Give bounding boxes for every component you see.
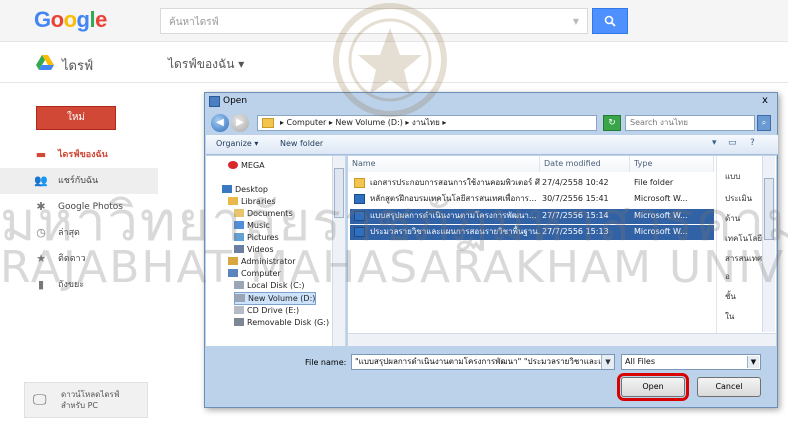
dialog-app-icon xyxy=(209,96,220,107)
file-list-horizontal-scrollbar[interactable] xyxy=(348,333,776,346)
tree-item-new-volume-d[interactable]: New Volume (D:) xyxy=(234,292,317,305)
background-page-text: แบบ ประเมิน ด้าน เทคโนโลยี สารสนเทศ อ ชั… xyxy=(716,156,762,346)
view-options-icon[interactable]: ▾ xyxy=(712,138,717,148)
drive-title: ไดรฟ์ xyxy=(62,59,94,74)
dialog-title-bar[interactable]: Open x xyxy=(205,93,777,111)
star-icon: ★ xyxy=(36,252,46,265)
tree-item-music[interactable]: Music xyxy=(234,220,270,231)
sidebar-item-my-drive[interactable]: ▬ ไดรฟ์ของฉัน xyxy=(0,142,158,168)
sidebar-item-starred[interactable]: ★ ติดดาว xyxy=(0,246,158,272)
google-header: Google ค้นหาไดรฟ์ ▼ xyxy=(0,0,788,42)
forward-button[interactable]: ▶ xyxy=(231,114,249,132)
sidebar: ใหม่ ▬ ไดรฟ์ของฉัน 👥 แชร์กับฉัน ✱ Google Ph… xyxy=(0,84,158,430)
word-document-icon xyxy=(354,211,365,221)
photos-icon: ✱ xyxy=(36,200,46,213)
tree-item-removable-g[interactable]: Removable Disk (G:) xyxy=(234,317,329,328)
folder-icon xyxy=(262,118,274,128)
organize-button[interactable]: Organize ▾ xyxy=(216,139,258,148)
sidebar-item-photos[interactable]: ✱ Google Photos xyxy=(0,194,158,220)
preview-pane-icon[interactable]: ▭ xyxy=(728,138,737,148)
chevron-down-icon[interactable]: ▼ xyxy=(601,355,614,369)
cd-icon xyxy=(234,306,244,314)
videos-icon xyxy=(234,245,244,253)
computer-icon xyxy=(228,269,238,277)
address-row: ◀ ▶ ▸ Computer ▸ New Volume (D:) ▸ งานไท… xyxy=(209,113,773,133)
drive-bar: ไดรฟ์ ไดรฟ์ของฉัน ▾ xyxy=(0,43,788,83)
tree-item-cd-drive-e[interactable]: CD Drive (E:) xyxy=(234,305,299,316)
tree-item-libraries[interactable]: Libraries xyxy=(228,196,276,207)
file-row[interactable]: แบบสรุปผลการดำเนินงานตามโครงการพัฒนา... … xyxy=(350,209,714,224)
tree-scroll-thumb[interactable] xyxy=(334,168,344,218)
file-row[interactable]: ประมวลรายวิชาและแผนการสอนรายวิชาพื้นฐาน.… xyxy=(350,225,714,240)
file-type-select[interactable]: All Files ▼ xyxy=(621,354,761,370)
chevron-down-icon: ▼ xyxy=(747,356,759,368)
new-folder-button[interactable]: New folder xyxy=(280,139,323,148)
refresh-button[interactable]: ↻ xyxy=(603,115,621,131)
file-name-label: File name: xyxy=(305,358,347,367)
usb-icon xyxy=(234,318,244,326)
documents-icon xyxy=(234,209,244,217)
open-button[interactable]: Open xyxy=(617,373,689,401)
monitor-icon: 🖵 xyxy=(33,392,47,408)
column-name[interactable]: Name xyxy=(348,156,540,172)
sidebar-item-shared[interactable]: 👥 แชร์กับฉัน xyxy=(0,168,158,194)
cancel-button[interactable]: Cancel xyxy=(697,377,761,397)
dialog-search-input[interactable]: Search งานไทย xyxy=(625,115,755,131)
drive-search-input[interactable]: ค้นหาไดรฟ์ ▼ xyxy=(160,8,588,34)
tree-scrollbar[interactable] xyxy=(332,156,345,346)
tree-item-mega[interactable]: MEGA xyxy=(228,160,265,171)
tree-item-pictures[interactable]: Pictures xyxy=(234,232,279,243)
word-document-icon xyxy=(354,194,365,204)
tree-item-local-disk-c[interactable]: Local Disk (C:) xyxy=(234,280,305,291)
folder-icon: ▬ xyxy=(35,148,47,161)
people-icon: 👥 xyxy=(34,174,48,187)
file-list-scroll-thumb[interactable] xyxy=(764,178,774,240)
address-bar[interactable]: ▸ Computer ▸ New Volume (D:) ▸ งานไทย ▸ xyxy=(257,115,597,131)
search-icon[interactable]: ⌕ xyxy=(757,115,771,131)
tree-item-desktop[interactable]: Desktop xyxy=(222,184,268,195)
google-logo[interactable]: Google xyxy=(34,7,107,33)
tree-item-videos[interactable]: Videos xyxy=(234,244,274,255)
file-list-vertical-scrollbar[interactable] xyxy=(762,156,775,332)
sidebar-item-trash[interactable]: ▮ ถังขยะ xyxy=(0,272,158,298)
pictures-icon xyxy=(234,233,244,241)
user-icon xyxy=(228,257,238,265)
column-date-modified[interactable]: Date modified xyxy=(540,156,630,172)
close-icon[interactable]: x xyxy=(757,95,773,108)
library-icon xyxy=(228,197,238,205)
mega-icon xyxy=(228,161,238,169)
tree-item-administrator[interactable]: Administrator xyxy=(228,256,296,267)
disk-icon xyxy=(235,294,245,302)
file-list: Name Date modified Type เอกสารประกอบการส… xyxy=(348,156,776,346)
clock-icon: ◷ xyxy=(36,226,46,239)
trash-icon: ▮ xyxy=(37,278,45,291)
music-icon xyxy=(234,221,244,229)
word-document-icon xyxy=(354,227,365,237)
folder-icon xyxy=(354,178,365,188)
disk-icon xyxy=(234,281,244,289)
dialog-toolbar: Organize ▾ New folder ▾ ▭ ? xyxy=(206,135,778,155)
tree-item-computer[interactable]: Computer xyxy=(228,268,281,279)
sidebar-item-recent[interactable]: ◷ ล่าสุด xyxy=(0,220,158,246)
my-drive-breadcrumb[interactable]: ไดรฟ์ของฉัน ▾ xyxy=(168,55,244,74)
tree-item-documents[interactable]: Documents xyxy=(234,208,293,219)
download-drive-for-pc[interactable]: 🖵 ดาวน์โหลดไดรฟ์ สำหรับ PC xyxy=(24,382,148,418)
help-icon[interactable]: ? xyxy=(750,138,755,148)
open-file-dialog: Open x ◀ ▶ ▸ Computer ▸ New Volume (D:) … xyxy=(204,92,778,408)
navigation-tree: MEGA Desktop Libraries Documents Music P… xyxy=(206,156,346,346)
search-button[interactable] xyxy=(592,8,628,34)
chevron-down-icon: ▾ xyxy=(238,57,245,71)
desktop-icon xyxy=(222,185,232,193)
file-row[interactable]: หลักสูตรฝึกอบรมเทคโนโลยีสารสนเทศเพื่อการ… xyxy=(350,192,714,207)
back-button[interactable]: ◀ xyxy=(211,114,229,132)
drive-logo-icon xyxy=(36,55,54,70)
new-button[interactable]: ใหม่ xyxy=(36,106,116,130)
file-name-input[interactable]: "แบบสรุปผลการดำเนินงานตามโครงการพัฒนา" "… xyxy=(351,354,615,370)
column-type[interactable]: Type xyxy=(630,156,714,172)
file-row[interactable]: เอกสารประกอบการสอนการใช้งานคอมพิวเตอร์ ศ… xyxy=(350,176,714,191)
search-options-icon[interactable]: ▼ xyxy=(573,17,579,26)
search-icon xyxy=(604,15,616,27)
